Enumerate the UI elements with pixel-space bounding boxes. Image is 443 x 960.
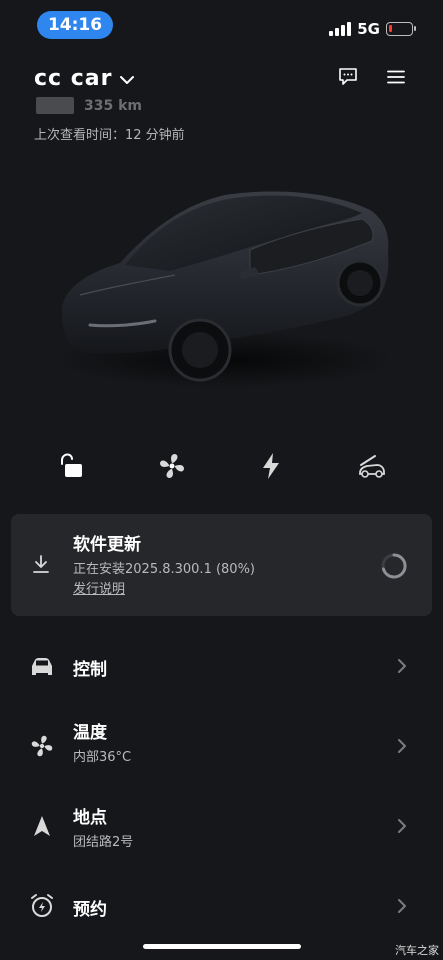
message-icon[interactable] xyxy=(337,66,359,88)
range-value: 335 km xyxy=(84,97,142,114)
car-image xyxy=(55,191,395,388)
menu-item-subtitle: 内部36°C xyxy=(73,750,132,765)
menu-item-climate[interactable]: 温度 内部36°C xyxy=(0,716,443,776)
software-update-card[interactable]: 软件更新 正在安装2025.8.300.1 (80%) 发行说明 xyxy=(11,514,432,616)
update-status: 正在安装2025.8.300.1 (80%) xyxy=(73,562,256,577)
network-type: 5G xyxy=(357,20,380,38)
menu-item-title: 预约 xyxy=(73,900,107,920)
menu-item-title: 地点 xyxy=(73,808,107,828)
menu-icon[interactable] xyxy=(385,66,407,88)
menu-item-subtitle: 团结路2号 xyxy=(73,835,134,850)
download-icon xyxy=(33,555,49,573)
home-indicator[interactable] xyxy=(143,944,301,949)
signal-icon xyxy=(329,22,352,36)
range-row: 335 km xyxy=(36,97,142,114)
last-seen-text: 上次查看时间：12 分钟前 xyxy=(34,128,185,143)
chevron-right-icon xyxy=(398,899,406,913)
chevron-down-icon xyxy=(120,75,135,84)
unlock-icon[interactable] xyxy=(50,446,90,486)
menu-item-location[interactable]: 地点 团结路2号 xyxy=(0,796,443,856)
car-icon xyxy=(28,652,56,680)
car-name: cc car xyxy=(34,66,113,91)
quick-actions xyxy=(0,446,443,486)
car-name-selector[interactable]: cc car xyxy=(34,66,135,91)
alarm-icon xyxy=(28,892,56,920)
menu-item-controls[interactable]: 控制 xyxy=(0,636,443,696)
progress-spinner-icon xyxy=(381,553,407,579)
navigation-icon xyxy=(28,812,56,840)
frunk-icon[interactable] xyxy=(352,446,392,486)
battery-icon xyxy=(386,22,416,36)
battery-percent-redacted xyxy=(36,97,74,114)
chevron-right-icon xyxy=(398,739,406,753)
chevron-right-icon xyxy=(398,659,406,673)
fan-icon[interactable] xyxy=(152,446,192,486)
release-notes-link[interactable]: 发行说明 xyxy=(73,578,125,597)
update-title: 软件更新 xyxy=(73,535,141,555)
menu-item-title: 温度 xyxy=(73,723,107,743)
fan-icon xyxy=(28,732,56,760)
status-indicators: 5G xyxy=(329,20,416,38)
chevron-right-icon xyxy=(398,819,406,833)
status-time: 14:16 xyxy=(37,11,113,39)
watermark: 汽车之家 xyxy=(395,944,439,957)
bolt-icon[interactable] xyxy=(251,446,291,486)
menu-item-title: 控制 xyxy=(73,660,107,680)
menu-item-schedule[interactable]: 预约 xyxy=(0,876,443,936)
app-screen: 14:16 5G cc car 335 km 上次查看时间：12 分钟前 软件更… xyxy=(0,0,443,960)
